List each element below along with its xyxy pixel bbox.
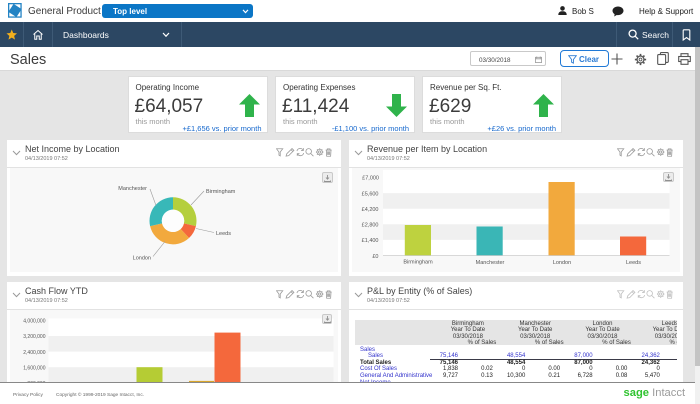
svg-text:2,400,000: 2,400,000 bbox=[23, 350, 45, 356]
svg-text:Birmingham: Birmingham bbox=[206, 189, 236, 195]
svg-text:Birmingham: Birmingham bbox=[403, 260, 433, 266]
svg-text:Leeds: Leeds bbox=[216, 231, 231, 237]
svg-text:Manchester: Manchester bbox=[476, 260, 505, 266]
svg-text:London: London bbox=[553, 260, 571, 266]
svg-text:London: London bbox=[133, 256, 151, 262]
svg-text:£1,400: £1,400 bbox=[362, 238, 379, 244]
svg-text:£4,200: £4,200 bbox=[362, 207, 379, 213]
svg-text:1,600,000: 1,600,000 bbox=[23, 365, 45, 371]
svg-text:£2,800: £2,800 bbox=[362, 223, 379, 229]
svg-text:Manchester: Manchester bbox=[118, 186, 147, 192]
svg-text:£0: £0 bbox=[372, 254, 378, 260]
svg-text:Leeds: Leeds bbox=[626, 260, 641, 266]
svg-text:£5,600: £5,600 bbox=[362, 191, 379, 197]
svg-text:£7,000: £7,000 bbox=[362, 176, 379, 182]
svg-text:3,200,000: 3,200,000 bbox=[23, 334, 45, 340]
svg-text:4,000,000: 4,000,000 bbox=[23, 318, 45, 324]
